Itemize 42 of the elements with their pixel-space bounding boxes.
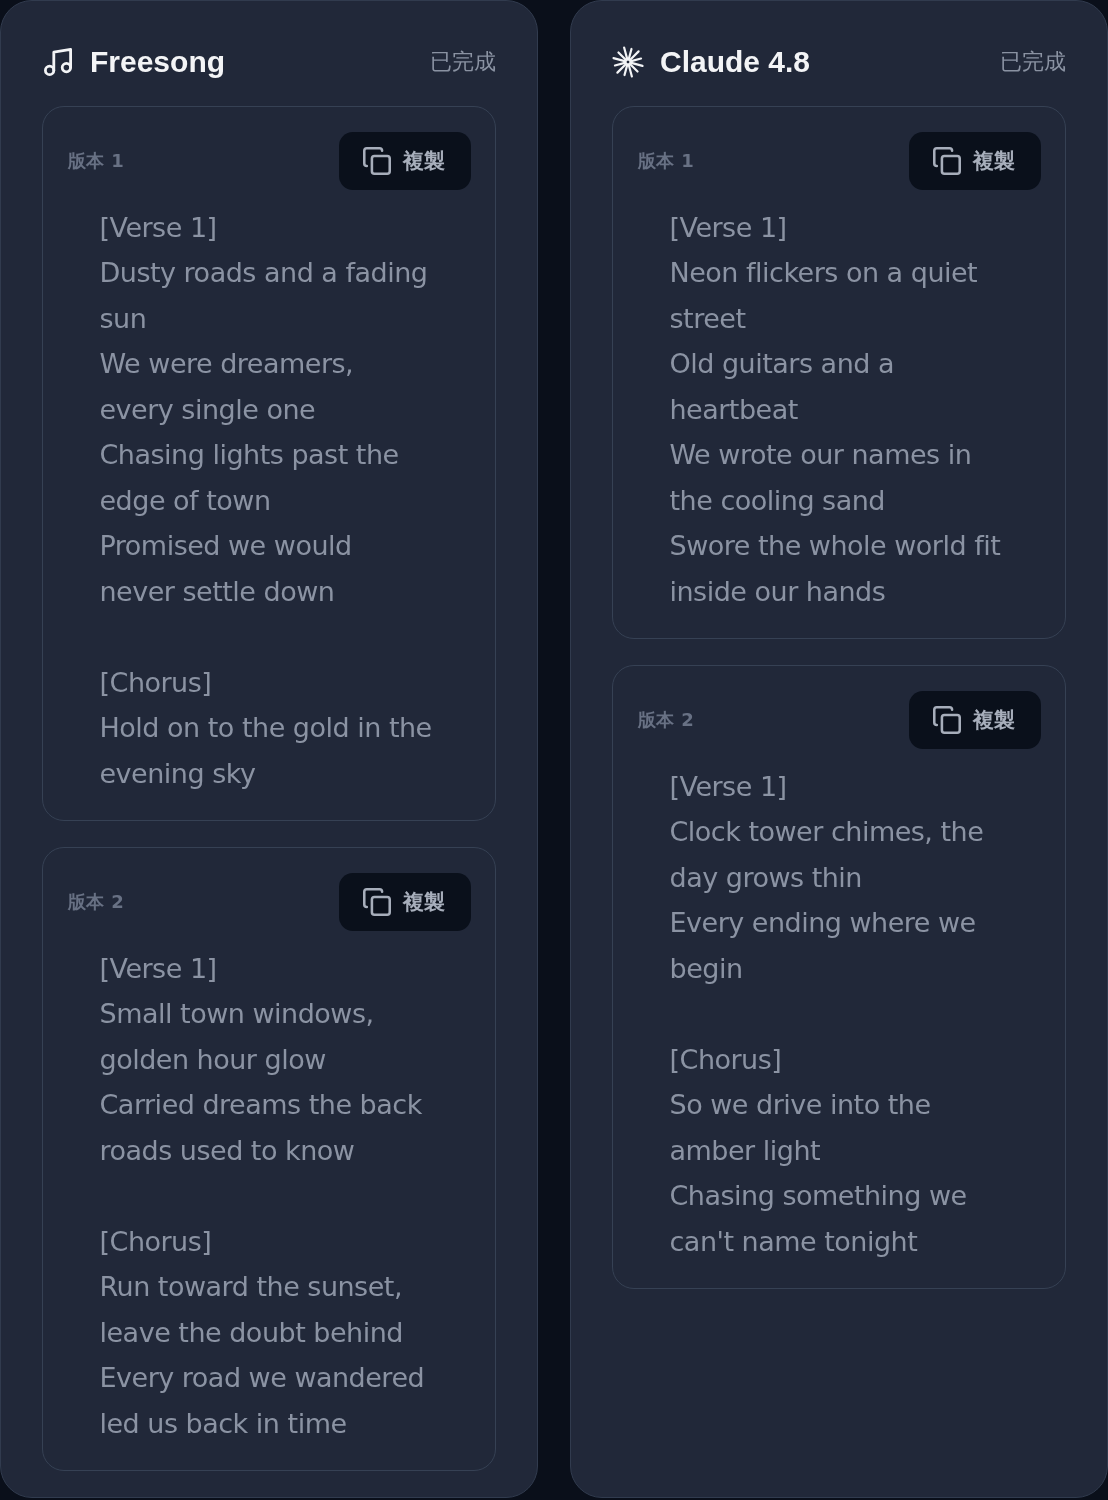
version-label: 版本 1 (67, 148, 125, 173)
copy-button[interactable]: 複製 (338, 872, 471, 931)
version-label: 版本 2 (67, 889, 125, 914)
copy-button[interactable]: 複製 (338, 131, 471, 190)
lyric-line: Hold on to the gold in the evening sky (99, 711, 433, 791)
lyric-line: Chasing lights past the edge of town (99, 438, 400, 518)
music-note-icon (44, 48, 72, 76)
copy-button[interactable]: 複製 (908, 690, 1041, 749)
lyric-line: Run toward the sunset, leave the doubt behind (99, 1270, 404, 1350)
version-label: 版本 1 (637, 148, 695, 173)
copy-icon (932, 146, 961, 175)
lyric-line: [Verse 1] (99, 951, 218, 986)
lyric-line: [Chorus] (99, 665, 213, 700)
panel-title: Freesong (90, 45, 226, 79)
lyric-line: Carried dreams the back roads used to know (99, 1088, 423, 1168)
lyric-line: Every road we wandered led us back in time (99, 1361, 426, 1441)
lyric-line: Dusty roads and a fading sun (99, 256, 429, 336)
lyric-line: So we drive into the amber light (669, 1088, 932, 1168)
status-label: 已完成 (1000, 48, 1066, 76)
lyric-line: [Verse 1] (669, 769, 788, 804)
copy-icon (932, 705, 961, 734)
lyric-line: Old guitars and a heartbeat (669, 347, 896, 427)
lyric-line: We wrote our names in the cooling sand (669, 438, 973, 518)
lyric-line: [Verse 1] (99, 210, 218, 245)
copy-icon (362, 887, 391, 916)
version-label: 版本 2 (637, 707, 695, 732)
lyric-line: Promised we would never settle down (99, 529, 353, 609)
lyric-line: [Verse 1] (669, 210, 788, 245)
lyric-line: Small town windows, golden hour glow (99, 997, 375, 1077)
lyric-line: [Chorus] (99, 1224, 213, 1259)
starburst-icon (612, 46, 644, 78)
panel-title: Claude 4.8 (660, 45, 811, 79)
lyric-line: We were dreamers, every single one (99, 347, 355, 427)
lyric-line: Every ending where we begin (669, 906, 977, 986)
lyric-line: Neon flickers on a quiet street (669, 256, 979, 336)
lyric-line: Clock tower chimes, the day grows thin (669, 815, 985, 895)
lyric-line: [Chorus] (669, 1042, 783, 1077)
copy-icon (362, 146, 391, 175)
lyric-line: Swore the whole world fit inside our hands (669, 529, 1002, 609)
copy-button[interactable]: 複製 (908, 131, 1041, 190)
lyric-line: Chasing something we can't name tonight (669, 1179, 968, 1259)
status-label: 已完成 (430, 48, 496, 76)
